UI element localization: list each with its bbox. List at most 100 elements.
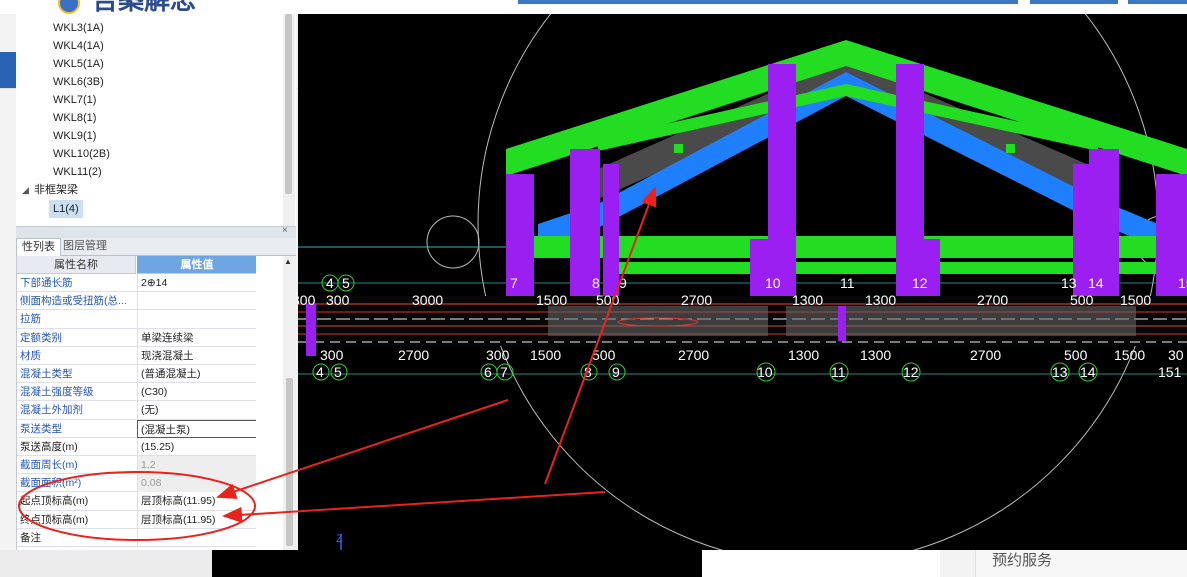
table-row[interactable]: 混凝土外加剂 (无) [17,401,257,420]
tab-layer-management[interactable]: 图层管理 [58,238,112,256]
property-value[interactable]: 层顶标高(11.95) [137,492,257,511]
column-section [838,306,846,341]
cad-drawing: 4 5 7 8 9 10 11 12 13 14 15 300 300 3000… [298,14,1187,550]
dim-label: 30 [1168,347,1184,363]
dim-label: 500 [592,347,616,363]
axis-label: 14 [1080,364,1096,380]
property-name: 定额类别 [20,331,62,344]
dim-label: 500 [596,292,620,308]
site-header-button[interactable] [1128,0,1187,4]
axis-label: 13 [1052,364,1068,380]
tree-item-wkl6[interactable]: WKL6(3B) [53,73,104,91]
tree-item-wkl8[interactable]: WKL8(1) [53,109,96,127]
tree-item-wkl4[interactable]: WKL4(1A) [53,37,104,55]
axis-label: 7 [500,364,508,380]
dim-label: 1500 [1114,347,1145,363]
tree-item-wkl11[interactable]: WKL11(2) [53,163,102,181]
column [603,164,619,299]
axis-label: 12 [912,275,928,291]
scroll-up-arrow-icon[interactable]: ▲ [284,257,292,266]
table-row[interactable]: 终点顶标高(m) 层顶标高(11.95) [17,510,257,529]
axis-label: 8 [584,364,592,380]
property-value[interactable]: (15.25) [137,437,257,456]
dim-label: 1500 [1120,292,1151,308]
dim-label: 500 [1070,292,1094,308]
axis-label: 12 [903,364,919,380]
site-search-button[interactable] [1030,0,1118,4]
site-search-bar[interactable] [518,0,1018,4]
property-name: 截面面积(m²) [20,477,82,490]
property-value[interactable] [137,528,257,547]
axis-label: 9 [619,275,627,291]
dim-label: 1300 [865,292,896,308]
table-row[interactable]: 备注 [17,528,257,547]
property-name: 混凝土类型 [20,368,73,380]
table-row[interactable]: 下部通长筋 2⊕14 [17,274,257,293]
tree-item-wkl7[interactable]: WKL7(1) [53,91,96,109]
table-row[interactable]: 侧面构造或受扭筋(总... [17,292,257,311]
background-dark-strip [212,550,702,577]
column [896,64,924,304]
table-row[interactable]: 截面周长(m) 1.2 [17,456,257,475]
property-value[interactable]: 层顶标高(11.95) [137,510,257,529]
axis-label: 13 [1061,275,1077,291]
dims-bottom: 300 2700 300 1500 500 2700 1300 1300 270… [320,347,1184,363]
table-row[interactable]: 混凝土类型 (普通混凝土) [17,365,257,384]
properties-titlebar [16,226,296,238]
beam-section [548,306,768,336]
property-value[interactable]: (普通混凝土) [137,365,257,383]
tree-group-non-frame-beam[interactable]: ◢ 非框架梁 [22,181,78,199]
cad-viewport[interactable]: 4 5 7 8 9 10 11 12 13 14 15 300 300 3000… [298,14,1187,550]
property-name: 起点顶标高(m) [20,495,89,508]
tab-property-list[interactable]: 性列表 [16,238,61,256]
column-section [306,304,316,356]
property-value[interactable] [137,310,257,329]
table-row[interactable]: 泵送高度(m) (15.25) [17,437,257,456]
properties-tabs: 性列表 图层管理 [16,238,296,256]
property-value[interactable]: (C30) [137,383,257,402]
axis-label: 7 [510,275,518,291]
dim-label: 300 [486,347,510,363]
table-row[interactable]: 截面面积(m²) 0.08 [17,474,257,493]
dim-label: 500 [1064,347,1088,363]
property-name: 泵送类型 [20,422,62,435]
node [1006,144,1015,153]
site-logo-text[interactable]: 告築解忠 [92,0,196,14]
collapse-triangle-icon[interactable]: ◢ [22,181,34,199]
property-value-editing[interactable]: (混凝土泵) [137,419,257,438]
tree-scrollbar-thumb[interactable] [285,14,292,194]
table-row[interactable]: 拉筋 [17,310,257,329]
property-value[interactable]: 单梁连续梁 [137,328,257,347]
reservation-service-label[interactable]: 预约服务 [992,549,1052,570]
table-row[interactable]: 材质 现浇混凝土 [17,346,257,365]
property-value[interactable] [137,292,257,311]
dim-label: 2700 [398,347,429,363]
axis-label: 11 [831,364,846,380]
dim-label: 3000 [412,292,443,308]
property-name: 泵送高度(m) [20,440,78,453]
table-row[interactable]: 定额类别 单梁连续梁 [17,328,257,347]
tree-item-wkl3[interactable]: WKL3(1A) [53,19,104,37]
properties-table: 属性名称 属性值 下部通长筋 2⊕14 侧面构造或受扭筋(总... 拉筋 定额类… [16,256,257,550]
property-value[interactable]: 2⊕14 [137,274,257,292]
orbit-handle-left[interactable] [426,215,480,269]
property-value[interactable]: 现浇混凝土 [137,346,257,365]
axis-label: 8 [592,275,600,291]
close-icon[interactable]: × [282,225,288,237]
tree-item-wkl5[interactable]: WKL5(1A) [53,55,104,73]
table-row[interactable]: 泵送类型 (混凝土泵) [17,419,257,438]
tree-item-l1[interactable]: L1(4) [49,200,83,218]
tree-item-wkl9[interactable]: WKL9(1) [53,127,96,145]
tree-group-label: 非框架梁 [34,184,78,196]
table-row[interactable]: 混凝土强度等级 (C30) [17,383,257,402]
properties-scrollbar-thumb[interactable] [286,378,293,546]
axis-label: 4 [326,275,334,291]
property-name: 混凝土强度等级 [20,386,94,399]
column-header-name: 属性名称 [17,256,136,274]
property-value: 1.2 [137,456,257,474]
tree-item-wkl10[interactable]: WKL10(2B) [53,145,110,163]
component-tree: WKL3(1A) WKL4(1A) WKL5(1A) WKL6(3B) WKL7… [16,14,296,226]
table-row[interactable]: 起点顶标高(m) 层顶标高(11.95) [17,492,257,511]
properties-panel-gutter [256,256,283,550]
property-value[interactable]: (无) [137,401,257,420]
